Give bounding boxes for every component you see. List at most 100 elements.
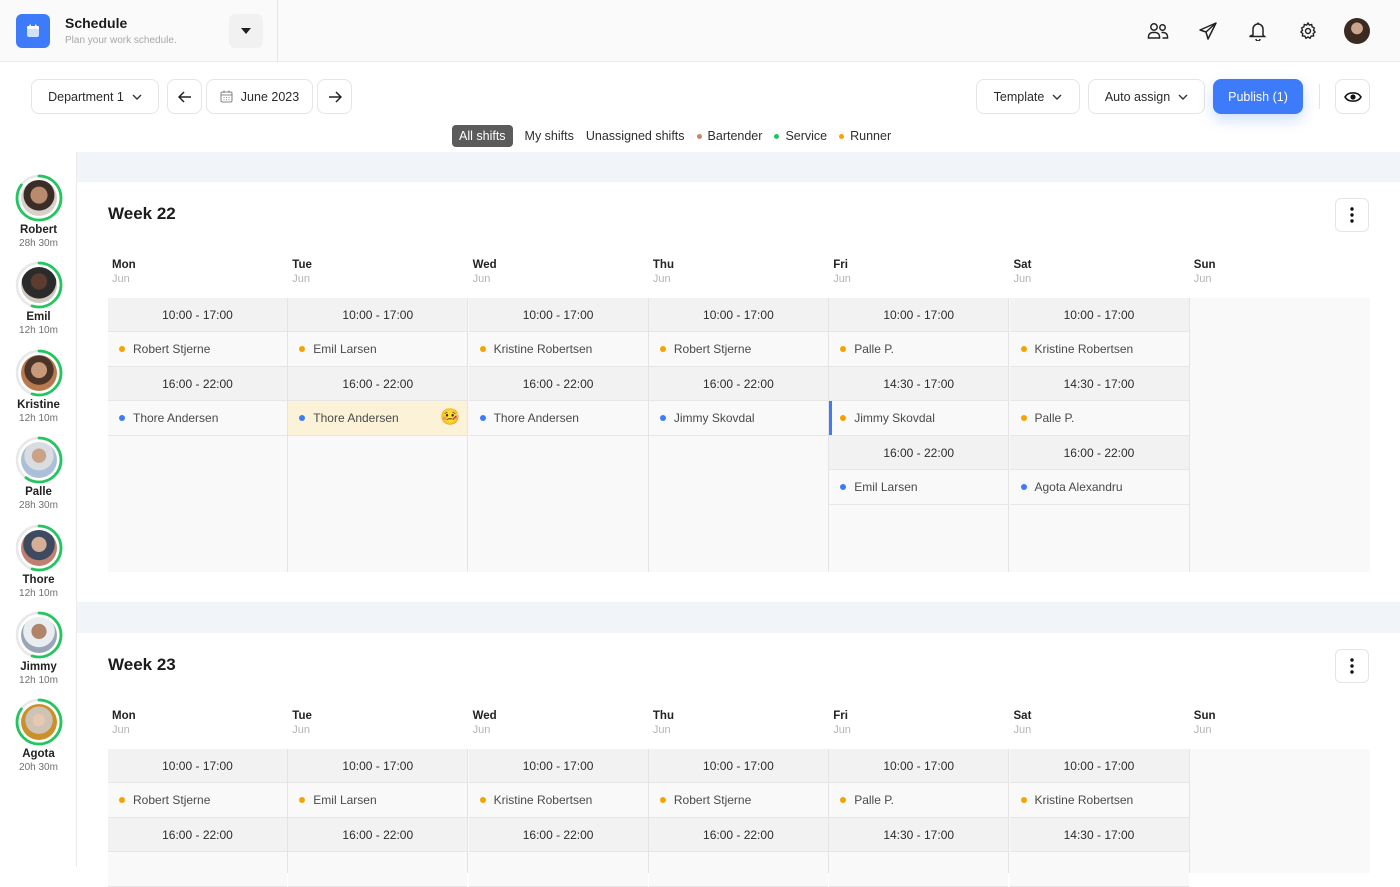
shift-assignee[interactable]: Palle P.: [829, 332, 1009, 367]
shift-time[interactable]: 16:00 - 22:00: [648, 818, 828, 852]
employee-card[interactable]: Jimmy 12h 10m: [0, 611, 77, 686]
send-button[interactable]: [1194, 17, 1222, 45]
app-menu-dropdown[interactable]: [229, 14, 263, 48]
shift-assignee[interactable]: Agota Alexandru: [1009, 470, 1189, 505]
filter-all-shifts[interactable]: All shifts: [452, 125, 513, 147]
shift-time[interactable]: 10:00 - 17:00: [468, 749, 648, 783]
shift-assignee[interactable]: Thore Andersen: [468, 401, 648, 436]
week-options-button[interactable]: [1335, 649, 1369, 683]
shift-time[interactable]: 10:00 - 17:00: [829, 749, 1009, 783]
shift-time[interactable]: 10:00 - 17:00: [648, 298, 828, 332]
employee-card[interactable]: Palle 28h 30m: [0, 436, 77, 511]
shift-assignee[interactable]: Thore Andersen: [108, 401, 287, 436]
next-month-button[interactable]: [317, 79, 352, 114]
divider: [277, 0, 278, 61]
shift-assignee[interactable]: Palle P.: [829, 783, 1009, 818]
shift-assignee[interactable]: Robert Stjerne: [108, 332, 287, 367]
filter-runner[interactable]: Runner: [839, 125, 891, 147]
shift-assignee[interactable]: Emil Larsen: [288, 783, 468, 818]
employee-card[interactable]: Robert 28h 30m: [0, 174, 77, 249]
shift-time[interactable]: 16:00 - 22:00: [648, 367, 828, 401]
template-dropdown[interactable]: Template: [976, 79, 1080, 114]
shift-time[interactable]: 16:00 - 22:00: [108, 818, 287, 852]
day-header-fri: Fri Jun: [833, 259, 851, 285]
shift-assignee[interactable]: Robert Stjerne: [108, 783, 287, 818]
shift-assignee[interactable]: Kristine Robertsen: [468, 783, 648, 818]
filter-unassigned-shifts[interactable]: Unassigned shifts: [586, 125, 685, 147]
shift-assignee[interactable]: Jimmy Skovdal: [648, 401, 828, 436]
shift-time[interactable]: 10:00 - 17:00: [1009, 298, 1189, 332]
shift-time[interactable]: 10:00 - 17:00: [288, 298, 468, 332]
day-column-wed: 10:00 - 17:00 Kristine Robertsen 16:00 - 2…: [468, 298, 649, 572]
auto-assign-dropdown[interactable]: Auto assign: [1088, 79, 1205, 114]
week-options-button[interactable]: [1335, 198, 1369, 232]
day-month: Jun: [472, 273, 491, 285]
day-column-mon: 10:00 - 17:00 Robert Stjerne 16:00 - 22:00…: [108, 298, 288, 572]
assignee-name: Robert Stjerne: [133, 793, 211, 807]
shift-time[interactable]: 16:00 - 22:00: [288, 367, 468, 401]
employee-card[interactable]: Kristine 12h 10m: [0, 349, 77, 424]
shift-time[interactable]: 14:30 - 17:00: [1009, 818, 1189, 852]
month-picker[interactable]: June 2023: [206, 79, 313, 114]
day-month: Jun: [292, 724, 311, 736]
shift-time[interactable]: 10:00 - 17:00: [288, 749, 468, 783]
shift-time[interactable]: 14:30 - 17:00: [829, 367, 1009, 401]
day-column-sun: [1190, 298, 1370, 572]
shift-time[interactable]: 10:00 - 17:00: [1009, 749, 1189, 783]
publish-button[interactable]: Publish (1): [1213, 79, 1303, 114]
employee-card[interactable]: Thore 12h 10m: [0, 524, 77, 599]
user-avatar[interactable]: [1344, 18, 1370, 44]
shift-time[interactable]: 14:30 - 17:00: [1009, 367, 1189, 401]
eye-icon: [1343, 91, 1362, 102]
shift-time[interactable]: 10:00 - 17:00: [829, 298, 1009, 332]
shift-time[interactable]: 10:00 - 17:00: [108, 749, 287, 783]
filter-label: Service: [785, 129, 828, 143]
shift-assignee[interactable]: [648, 852, 828, 887]
employee-hours: 20h 30m: [19, 762, 58, 774]
shift-time[interactable]: 10:00 - 17:00: [108, 298, 287, 332]
preview-button[interactable]: [1335, 79, 1370, 114]
shift-assignee[interactable]: Jimmy Skovdal: [829, 401, 1009, 436]
role-color-dot: [299, 346, 306, 352]
department-select[interactable]: Department 1: [31, 79, 159, 114]
previous-month-button[interactable]: [167, 79, 202, 114]
shift-assignee[interactable]: [468, 852, 648, 887]
shift-time[interactable]: 14:30 - 17:00: [829, 818, 1009, 852]
team-button[interactable]: [1144, 17, 1172, 45]
filter-my-shifts[interactable]: My shifts: [525, 125, 574, 147]
shift-assignee[interactable]: Palle P.: [1009, 401, 1189, 436]
shift-time[interactable]: 16:00 - 22:00: [468, 367, 648, 401]
shift-time[interactable]: 10:00 - 17:00: [468, 298, 648, 332]
shift-time[interactable]: 16:00 - 22:00: [468, 818, 648, 852]
shift-assignee[interactable]: Emil Larsen: [288, 332, 468, 367]
shift-assignee[interactable]: Kristine Robertsen: [1009, 332, 1189, 367]
calendar-app-icon: [16, 14, 50, 48]
shift-time[interactable]: 16:00 - 22:00: [829, 436, 1009, 470]
shift-assignee[interactable]: [1009, 852, 1189, 887]
filter-bartender[interactable]: Bartender: [696, 125, 762, 147]
shift-assignee[interactable]: [108, 852, 287, 887]
shift-time[interactable]: 16:00 - 22:00: [288, 818, 468, 852]
app-subtitle: Plan your work schedule.: [65, 35, 177, 46]
shift-time[interactable]: 16:00 - 22:00: [1009, 436, 1189, 470]
shift-assignee[interactable]: [829, 852, 1009, 887]
day-month: Jun: [652, 724, 671, 736]
notifications-button[interactable]: [1244, 17, 1272, 45]
progress-ring: [15, 698, 63, 746]
shift-assignee[interactable]: Kristine Robertsen: [1009, 783, 1189, 818]
shift-time[interactable]: 10:00 - 17:00: [648, 749, 828, 783]
shift-assignee[interactable]: Kristine Robertsen: [468, 332, 648, 367]
settings-button[interactable]: [1294, 17, 1322, 45]
shift-assignee[interactable]: Robert Stjerne: [648, 332, 828, 367]
shift-assignee[interactable]: Thore Andersen 🤒: [288, 401, 468, 436]
shift-time[interactable]: 16:00 - 22:00: [108, 367, 287, 401]
day-column-tue: 10:00 - 17:00 Emil Larsen 16:00 - 22:00: [288, 749, 469, 887]
filter-service[interactable]: Service: [774, 125, 827, 147]
shift-assignee[interactable]: Emil Larsen: [829, 470, 1009, 505]
shift-assignee[interactable]: [288, 852, 468, 887]
employee-hours: 12h 10m: [19, 587, 58, 599]
employee-card[interactable]: Agota 20h 30m: [0, 698, 77, 773]
employee-card[interactable]: Emil 12h 10m: [0, 261, 77, 336]
assignee-name: Jimmy Skovdal: [854, 411, 935, 425]
shift-assignee[interactable]: Robert Stjerne: [648, 783, 828, 818]
